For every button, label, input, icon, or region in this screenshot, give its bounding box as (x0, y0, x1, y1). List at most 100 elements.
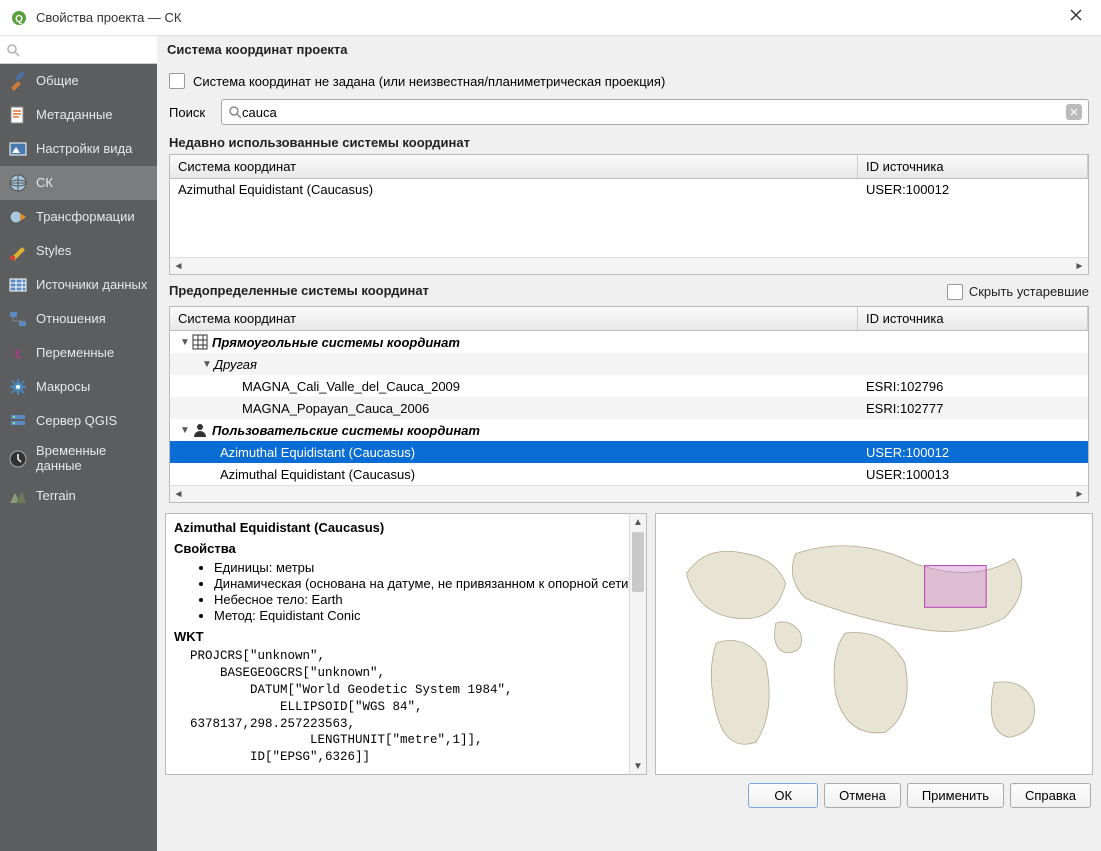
sidebar-item-label: Временные данные (36, 444, 149, 474)
sidebar-item-data-sources[interactable]: Источники данных (0, 268, 157, 302)
no-crs-label: Система координат не задана (или неизвес… (193, 74, 665, 89)
main-panel: Система координат проекта Система коорди… (157, 36, 1101, 851)
col-header-id[interactable]: ID источника (858, 307, 1088, 330)
crs-name-cell: Azimuthal Equidistant (Caucasus) (220, 467, 415, 482)
crs-id-cell: ESRI:102777 (858, 401, 1088, 416)
crs-search-input-wrap: ✕ (221, 99, 1089, 125)
world-map-icon (656, 514, 1092, 774)
sidebar-item-view-settings[interactable]: Настройки вида (0, 132, 157, 166)
scroll-thumb[interactable] (632, 532, 644, 592)
panel-heading: Система координат проекта (157, 36, 1101, 63)
sidebar-item-label: СК (36, 176, 53, 191)
sidebar-item-macros[interactable]: Макросы (0, 370, 157, 404)
sidebar-item-label: Настройки вида (36, 142, 132, 157)
tree-group-projected[interactable]: ▼ Прямоугольные системы координат (170, 331, 1088, 353)
gear-icon (8, 377, 28, 397)
crs-name-cell: Azimuthal Equidistant (Caucasus) (170, 179, 858, 200)
scroll-left-icon[interactable]: ◄ (170, 487, 187, 502)
predefined-crs-tree: Система координат ID источника ▼ Прямоуг… (169, 306, 1089, 503)
property-item: Динамическая (основана на датуме, не при… (214, 576, 638, 591)
sidebar: Общие Метаданные Настройки вида СК Транс… (0, 36, 157, 851)
scroll-right-icon[interactable]: ► (1071, 259, 1088, 274)
recent-crs-row[interactable]: Azimuthal Equidistant (Caucasus) USER:10… (170, 179, 1088, 200)
crs-id-cell: USER:100012 (858, 179, 1088, 200)
tree-group-user[interactable]: ▼ Пользовательские системы координат (170, 419, 1088, 441)
cancel-button[interactable]: Отмена (824, 783, 901, 808)
search-label: Поиск (169, 105, 213, 120)
relations-icon (8, 309, 28, 329)
col-header-name[interactable]: Система координат (170, 155, 858, 178)
no-crs-checkbox[interactable] (169, 73, 185, 89)
crs-id-cell: USER:100013 (858, 467, 1088, 482)
crs-extent-map (655, 513, 1093, 775)
brush-icon (8, 241, 28, 261)
recent-crs-table: Система координат ID источника Azimuthal… (169, 154, 1089, 275)
close-button[interactable] (1061, 4, 1091, 31)
hide-deprecated-checkbox[interactable] (947, 284, 963, 300)
col-header-id[interactable]: ID источника (858, 155, 1088, 178)
sidebar-item-relations[interactable]: Отношения (0, 302, 157, 336)
help-button[interactable]: Справка (1010, 783, 1091, 808)
sidebar-item-metadata[interactable]: Метаданные (0, 98, 157, 132)
search-icon (228, 105, 242, 119)
clear-search-button[interactable]: ✕ (1066, 104, 1082, 120)
tree-crs-row-selected[interactable]: Azimuthal Equidistant (Caucasus) USER:10… (170, 441, 1088, 463)
document-icon (8, 105, 28, 125)
chevron-down-icon[interactable]: ▼ (178, 425, 192, 436)
detail-crs-name: Azimuthal Equidistant (Caucasus) (174, 520, 638, 535)
ok-button[interactable]: ОК (748, 783, 818, 808)
svg-text:ε: ε (14, 345, 22, 362)
sidebar-item-temporal[interactable]: Временные данные (0, 438, 157, 480)
apply-button[interactable]: Применить (907, 783, 1004, 808)
sidebar-item-variables[interactable]: ε Переменные (0, 336, 157, 370)
svg-text:Q: Q (15, 14, 23, 25)
hide-deprecated-row: Скрыть устаревшие (947, 284, 1089, 300)
crs-name-cell: MAGNA_Cali_Valle_del_Cauca_2009 (242, 379, 460, 394)
recent-hscrollbar[interactable]: ◄ ► (170, 257, 1088, 274)
sidebar-item-general[interactable]: Общие (0, 64, 157, 98)
dialog-button-row: ОК Отмена Применить Справка (157, 775, 1101, 808)
tree-crs-row[interactable]: MAGNA_Cali_Valle_del_Cauca_2009 ESRI:102… (170, 375, 1088, 397)
sidebar-item-terrain[interactable]: Terrain (0, 480, 157, 514)
sidebar-item-crs[interactable]: СК (0, 166, 157, 200)
scroll-up-icon[interactable]: ▲ (630, 514, 646, 530)
crs-name-cell: Azimuthal Equidistant (Caucasus) (220, 445, 415, 460)
group-label: Пользовательские системы координат (212, 423, 480, 438)
property-item: Небесное тело: Earth (214, 592, 638, 607)
sidebar-item-qgis-server[interactable]: Сервер QGIS (0, 404, 157, 438)
crs-id-cell: USER:100012 (858, 445, 1088, 460)
crs-name-cell: MAGNA_Popayan_Cauca_2006 (242, 401, 429, 416)
hide-deprecated-label: Скрыть устаревшие (969, 284, 1089, 299)
epsilon-icon: ε (8, 343, 28, 363)
tree-crs-row[interactable]: MAGNA_Popayan_Cauca_2006 ESRI:102777 (170, 397, 1088, 419)
scroll-down-icon[interactable]: ▼ (630, 758, 646, 774)
sidebar-item-label: Метаданные (36, 108, 113, 123)
globe-arrow-icon (8, 207, 28, 227)
chevron-down-icon[interactable]: ▼ (200, 359, 214, 370)
clock-icon (8, 449, 28, 469)
crs-search-input[interactable] (242, 105, 1066, 120)
tree-hscrollbar[interactable]: ◄ ► (170, 485, 1088, 502)
window-title: Свойства проекта — СК (36, 10, 1061, 25)
tree-subgroup-other[interactable]: ▼ Другая (170, 353, 1088, 375)
chevron-down-icon[interactable]: ▼ (178, 337, 192, 348)
tree-crs-row[interactable]: Azimuthal Equidistant (Caucasus) USER:10… (170, 463, 1088, 485)
sidebar-item-transformations[interactable]: Трансформации (0, 200, 157, 234)
sidebar-item-label: Макросы (36, 380, 90, 395)
sidebar-item-label: Переменные (36, 346, 114, 361)
sidebar-item-label: Отношения (36, 312, 106, 327)
properties-list: Единицы: метры Динамическая (основана на… (214, 560, 638, 623)
person-icon (192, 422, 208, 438)
scroll-left-icon[interactable]: ◄ (170, 259, 187, 274)
wkt-text: PROJCRS["unknown", BASEGEOGCRS["unknown"… (190, 648, 638, 766)
sidebar-item-label: Сервер QGIS (36, 414, 117, 429)
scroll-right-icon[interactable]: ► (1071, 487, 1088, 502)
detail-vscrollbar[interactable]: ▲ ▼ (629, 514, 646, 774)
sidebar-search[interactable] (0, 36, 157, 64)
col-header-name[interactable]: Система координат (170, 307, 858, 330)
globe-icon (8, 173, 28, 193)
table-icon (8, 275, 28, 295)
sidebar-item-styles[interactable]: Styles (0, 234, 157, 268)
group-label: Прямоугольные системы координат (212, 335, 460, 350)
wkt-heading: WKT (174, 629, 638, 644)
